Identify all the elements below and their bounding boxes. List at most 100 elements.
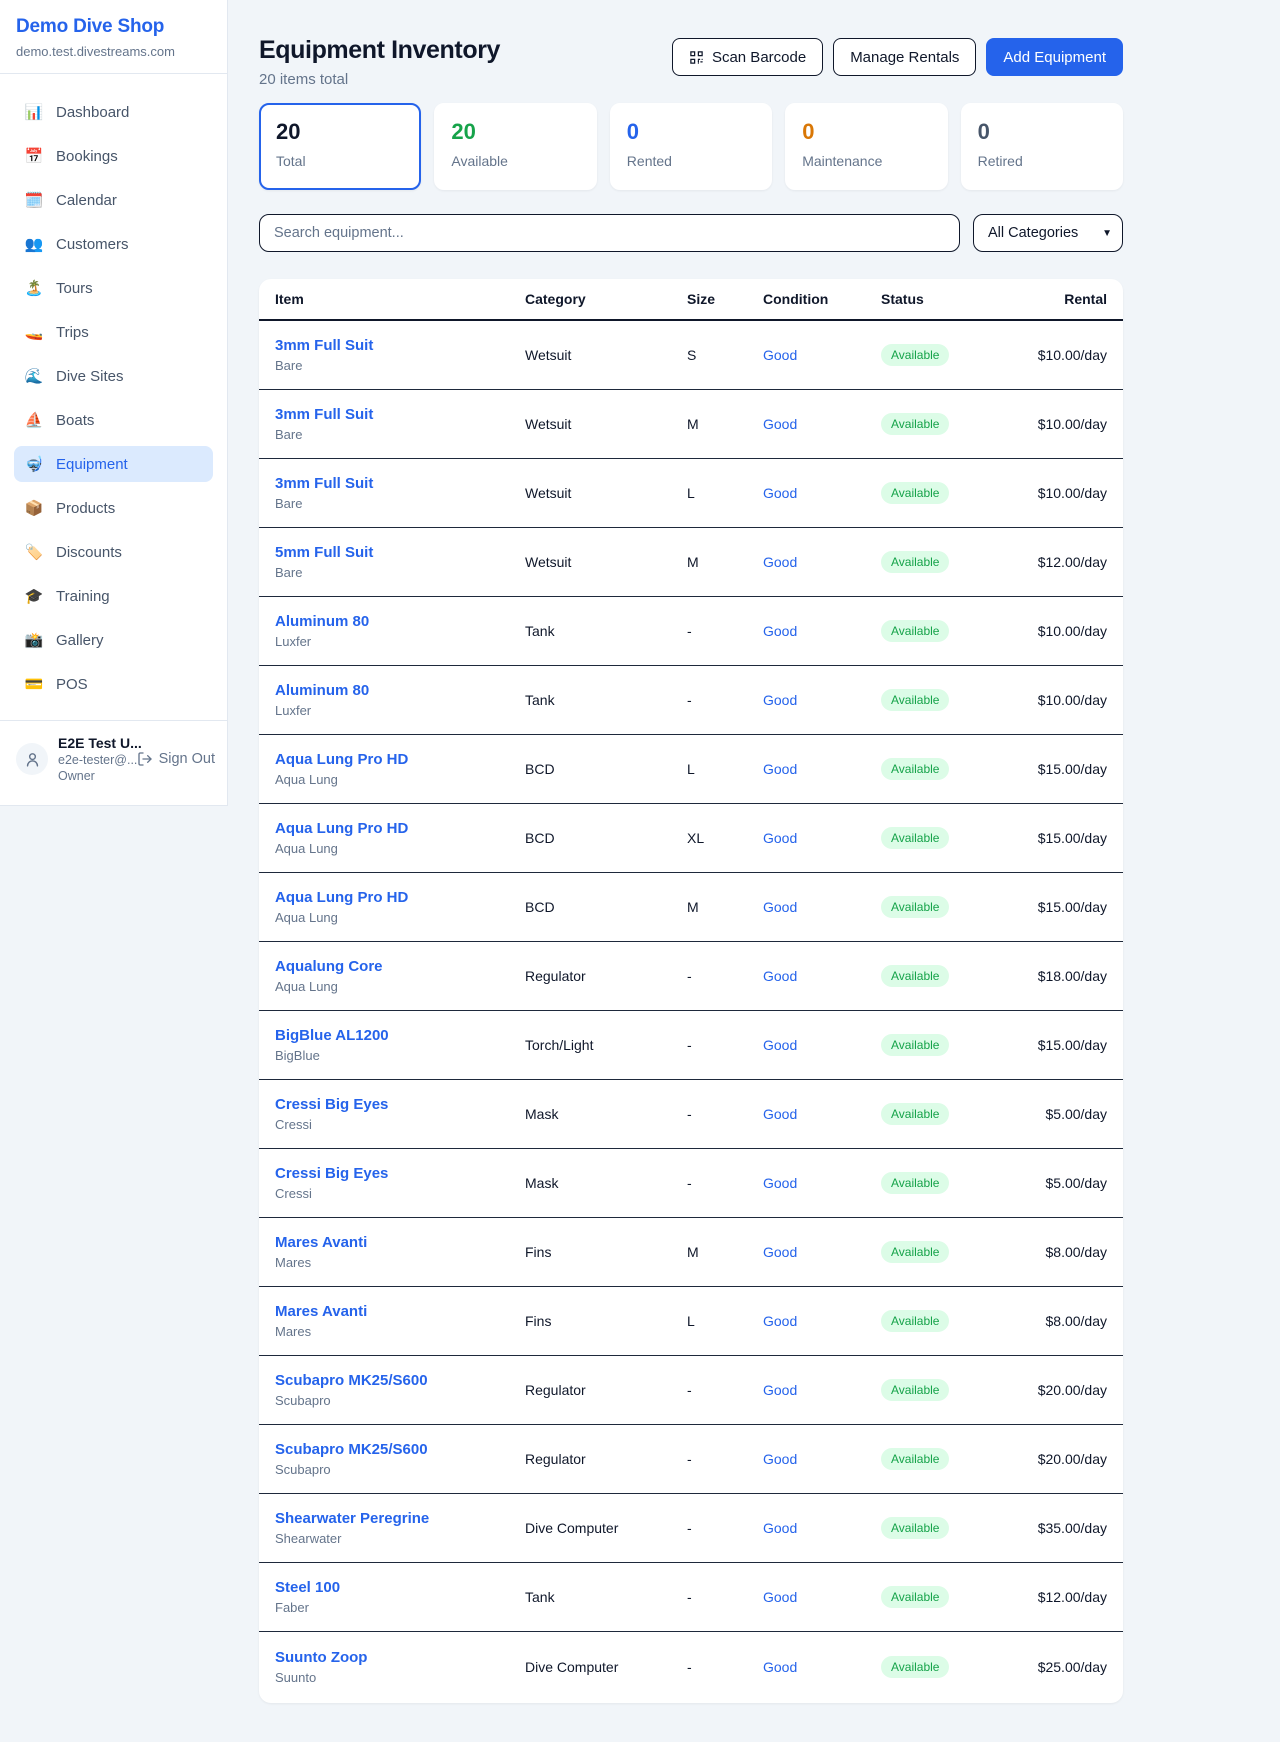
- condition-link[interactable]: Good: [763, 1106, 881, 1122]
- sidebar-item-training[interactable]: 🎓Training: [14, 578, 213, 614]
- item-name-link[interactable]: 3mm Full Suit: [275, 406, 525, 423]
- item-name-link[interactable]: Scubapro MK25/S600: [275, 1441, 525, 1458]
- user-email: e2e-tester@...: [58, 753, 127, 767]
- people-icon: 👥: [24, 235, 44, 253]
- table-row: Cressi Big EyesCressiMask-GoodAvailable$…: [259, 1080, 1123, 1149]
- item-name-link[interactable]: Mares Avanti: [275, 1303, 525, 1320]
- size-cell: L: [687, 1313, 763, 1329]
- status-badge: Available: [881, 620, 949, 642]
- item-name-link[interactable]: 3mm Full Suit: [275, 475, 525, 492]
- condition-link[interactable]: Good: [763, 761, 881, 777]
- condition-link[interactable]: Good: [763, 554, 881, 570]
- stat-card-retired[interactable]: 0Retired: [961, 103, 1123, 190]
- condition-link[interactable]: Good: [763, 623, 881, 639]
- sidebar-item-gallery[interactable]: 📸Gallery: [14, 622, 213, 658]
- condition-link[interactable]: Good: [763, 1313, 881, 1329]
- item-name-link[interactable]: 3mm Full Suit: [275, 337, 525, 354]
- scan-barcode-button[interactable]: Scan Barcode: [672, 38, 823, 76]
- stat-card-available[interactable]: 20Available: [434, 103, 596, 190]
- item-name-link[interactable]: Mares Avanti: [275, 1234, 525, 1251]
- condition-link[interactable]: Good: [763, 968, 881, 984]
- item-name-link[interactable]: Aqua Lung Pro HD: [275, 751, 525, 768]
- stat-label: Retired: [978, 153, 1106, 169]
- category-select[interactable]: All Categories ▼: [973, 214, 1123, 252]
- item-name-link[interactable]: Scubapro MK25/S600: [275, 1372, 525, 1389]
- stat-card-rented[interactable]: 0Rented: [610, 103, 772, 190]
- item-name-link[interactable]: Aluminum 80: [275, 682, 525, 699]
- sidebar-item-label: Discounts: [56, 544, 122, 561]
- user-name: E2E Test U...: [58, 735, 127, 751]
- sidebar-item-label: Equipment: [56, 456, 128, 473]
- condition-link[interactable]: Good: [763, 1382, 881, 1398]
- sidebar-item-trips[interactable]: 🚤Trips: [14, 314, 213, 350]
- item-cell: Aqua Lung Pro HDAqua Lung: [275, 820, 525, 856]
- item-cell: Aqua Lung Pro HD Aqua Lung: [275, 889, 525, 925]
- stat-label: Available: [451, 153, 579, 169]
- item-name-link[interactable]: Suunto Zoop: [275, 1649, 525, 1666]
- sign-out-button[interactable]: Sign Out: [137, 751, 215, 767]
- table-row: Aqualung CoreAqua LungRegulator-GoodAvai…: [259, 942, 1123, 1011]
- item-name-link[interactable]: BigBlue AL1200: [275, 1027, 525, 1044]
- item-name-link[interactable]: Cressi Big Eyes: [275, 1165, 525, 1182]
- item-brand: Aqua Lung: [275, 910, 525, 925]
- rental-rate-cell: $15.00/day: [1031, 1037, 1107, 1053]
- condition-link[interactable]: Good: [763, 485, 881, 501]
- item-name-link[interactable]: Aqualung Core: [275, 958, 525, 975]
- brand-link[interactable]: Demo Dive Shop: [16, 16, 211, 38]
- sidebar-item-bookings[interactable]: 📅Bookings: [14, 138, 213, 174]
- item-brand: Scubapro: [275, 1393, 525, 1408]
- condition-link[interactable]: Good: [763, 1451, 881, 1467]
- rental-rate-cell: $12.00/day: [1031, 554, 1107, 570]
- item-name-link[interactable]: Steel 100: [275, 1579, 525, 1596]
- add-equipment-button[interactable]: Add Equipment: [986, 38, 1123, 76]
- condition-link[interactable]: Good: [763, 1659, 881, 1675]
- item-brand: Bare: [275, 358, 525, 373]
- condition-link[interactable]: Good: [763, 1244, 881, 1260]
- sidebar-item-boats[interactable]: ⛵Boats: [14, 402, 213, 438]
- item-name-link[interactable]: 5mm Full Suit: [275, 544, 525, 561]
- item-brand: Bare: [275, 565, 525, 580]
- manage-rentals-button[interactable]: Manage Rentals: [833, 38, 976, 76]
- search-input[interactable]: [259, 214, 960, 252]
- sidebar-item-dashboard[interactable]: 📊Dashboard: [14, 94, 213, 130]
- category-cell: Regulator: [525, 1451, 687, 1467]
- condition-link[interactable]: Good: [763, 1589, 881, 1605]
- sidebar-item-label: Dashboard: [56, 104, 129, 121]
- brand-block: Demo Dive Shop demo.test.divestreams.com: [0, 0, 227, 73]
- sidebar-item-products[interactable]: 📦Products: [14, 490, 213, 526]
- rental-rate-cell: $10.00/day: [1031, 692, 1107, 708]
- size-cell: XL: [687, 830, 763, 846]
- condition-link[interactable]: Good: [763, 347, 881, 363]
- stat-card-total[interactable]: 20Total: [259, 103, 421, 190]
- sidebar-item-equipment[interactable]: 🤿Equipment: [14, 446, 213, 482]
- item-name-link[interactable]: Aluminum 80: [275, 613, 525, 630]
- sidebar-item-pos[interactable]: 💳POS: [14, 666, 213, 702]
- item-name-link[interactable]: Cressi Big Eyes: [275, 1096, 525, 1113]
- condition-link[interactable]: Good: [763, 692, 881, 708]
- condition-link[interactable]: Good: [763, 1037, 881, 1053]
- sidebar-item-calendar[interactable]: 🗓️Calendar: [14, 182, 213, 218]
- rental-rate-cell: $20.00/day: [1031, 1382, 1107, 1398]
- item-name-link[interactable]: Aqua Lung Pro HD: [275, 820, 525, 837]
- wave-icon: 🌊: [24, 367, 44, 385]
- condition-link[interactable]: Good: [763, 1520, 881, 1536]
- sidebar-item-tours[interactable]: 🏝️Tours: [14, 270, 213, 306]
- condition-link[interactable]: Good: [763, 830, 881, 846]
- size-cell: M: [687, 899, 763, 915]
- table-row: BigBlue AL1200BigBlueTorch/Light-GoodAva…: [259, 1011, 1123, 1080]
- stat-card-maintenance[interactable]: 0Maintenance: [785, 103, 947, 190]
- sidebar-item-customers[interactable]: 👥Customers: [14, 226, 213, 262]
- condition-link[interactable]: Good: [763, 899, 881, 915]
- person-icon: [24, 751, 41, 768]
- item-name-link[interactable]: Aqua Lung Pro HD: [275, 889, 525, 906]
- item-name-link[interactable]: Shearwater Peregrine: [275, 1510, 525, 1527]
- page-title: Equipment Inventory: [259, 36, 500, 65]
- col-header-category: Category: [525, 291, 687, 307]
- sidebar-item-discounts[interactable]: 🏷️Discounts: [14, 534, 213, 570]
- item-brand: Mares: [275, 1324, 525, 1339]
- sidebar-item-dive-sites[interactable]: 🌊Dive Sites: [14, 358, 213, 394]
- condition-link[interactable]: Good: [763, 416, 881, 432]
- condition-link[interactable]: Good: [763, 1175, 881, 1191]
- size-cell: -: [687, 1659, 763, 1675]
- main-area: Equipment Inventory 20 items total Scan …: [228, 0, 1280, 1703]
